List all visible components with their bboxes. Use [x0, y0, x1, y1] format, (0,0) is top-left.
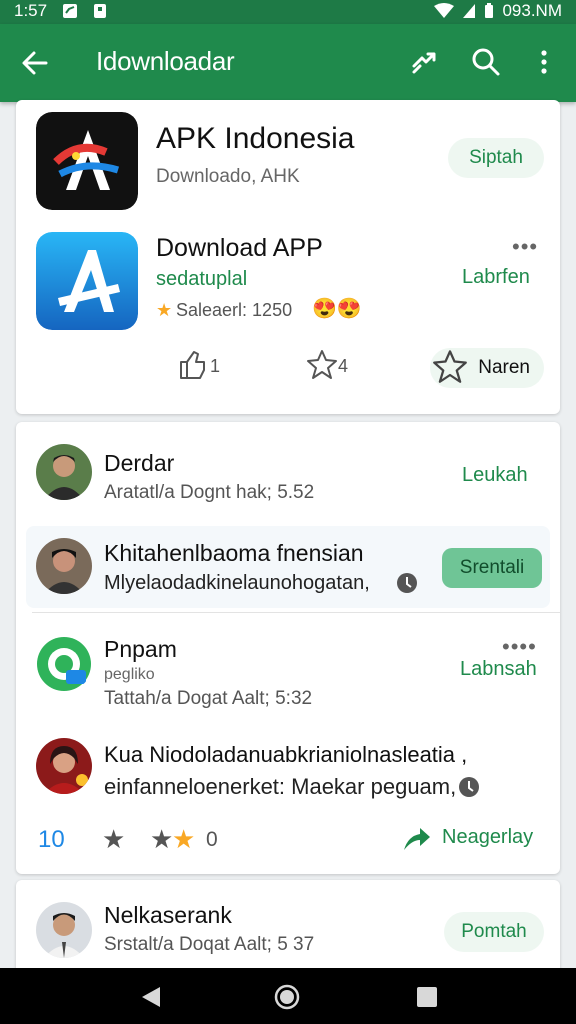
status-battery-text: 093.NM — [502, 1, 562, 20]
rate-label: Naren — [478, 357, 530, 378]
rate-button[interactable]: Naren — [430, 348, 544, 388]
more-dots-icon[interactable]: ••• — [512, 234, 538, 260]
app-name[interactable]: Download APP — [156, 234, 323, 263]
apps-card: APK Indonesia Downloado, AHK Siptah Down… — [16, 100, 560, 414]
count-number: 10 — [38, 826, 65, 853]
user-name[interactable]: Pnpam — [104, 636, 177, 663]
follow-link[interactable]: Leukah — [462, 464, 528, 487]
avatar[interactable] — [36, 902, 92, 958]
follow-button[interactable]: Pomtah — [444, 912, 544, 952]
share-link[interactable]: Neagerlay — [442, 826, 533, 849]
app-rating: Saleaerl: 1250 — [176, 300, 293, 320]
app-action-link[interactable]: Labrfen — [462, 266, 530, 289]
user-meta: Tattah/a Dogat Aalt; 5:32 — [104, 688, 313, 709]
wifi-icon — [434, 3, 455, 18]
nav-home-icon[interactable] — [274, 984, 300, 1010]
app-action-label: Siptah — [469, 147, 523, 168]
brand-avatar-icon[interactable] — [36, 636, 92, 692]
notification-icon — [63, 4, 77, 18]
like-count: 1 — [210, 356, 221, 376]
signal-icon — [463, 4, 476, 18]
user-name[interactable]: Khitahenlbaoma fnensian — [104, 540, 364, 567]
share-arrow-icon[interactable] — [400, 822, 432, 854]
star-outline-icon[interactable] — [306, 348, 338, 380]
emoji-icon: 😍😍 — [312, 298, 362, 320]
follow-button-label: Srentali — [459, 557, 525, 578]
feed-card: Derdar Aratatl/a Dognt hak; 5.52 Leukah … — [16, 422, 560, 874]
app-name[interactable]: APK Indonesia — [156, 122, 354, 156]
user-name[interactable]: Derdar — [104, 450, 174, 477]
avatar[interactable] — [36, 738, 92, 794]
apk-indonesia-app-icon[interactable] — [36, 112, 138, 210]
user-meta: Srstalt/a Doqat Aalt; 5 37 — [104, 934, 315, 955]
user-subtitle: pegliko — [104, 666, 155, 683]
sync-icon[interactable] — [408, 46, 440, 78]
follow-button-label: Pomtah — [461, 921, 527, 942]
app-bar-title: Idownloadar — [96, 46, 235, 76]
star-outline-icon — [433, 350, 467, 383]
follow-link[interactable]: Labnsah — [460, 658, 537, 681]
avatar[interactable] — [36, 444, 92, 500]
star-icon[interactable]: ★ — [102, 824, 125, 855]
user-card: Nelkaserank Srstalt/a Doqat Aalt; 5 37 P… — [16, 880, 560, 980]
user-meta: Mlyelaodadkinelaunohogatan, — [104, 572, 370, 594]
post-text-line-1: Kua Niodoladanuabkrianiolnasleatia , — [104, 742, 468, 767]
follow-button[interactable]: Srentali — [442, 548, 542, 588]
battery-icon — [485, 3, 494, 18]
status-bar: 1:57 093.NM — [0, 0, 576, 24]
back-arrow-icon[interactable] — [18, 46, 52, 80]
nav-recents-icon[interactable] — [414, 984, 440, 1010]
divider — [32, 612, 560, 613]
download-app-icon[interactable] — [36, 232, 138, 330]
system-nav-bar — [0, 968, 576, 1024]
more-vert-icon[interactable] — [528, 46, 560, 78]
more-dots-icon[interactable]: •••• — [502, 634, 537, 660]
thumbs-up-icon[interactable] — [178, 350, 206, 380]
clock-icon — [459, 777, 479, 797]
zero-count: 0 — [206, 828, 218, 851]
user-name[interactable]: Nelkaserank — [104, 902, 232, 929]
clock-icon — [397, 573, 417, 593]
app-developer: sedatuplal — [156, 268, 248, 290]
status-time: 1:57 — [14, 1, 48, 20]
nav-back-icon[interactable] — [138, 984, 164, 1010]
star-count: 4 — [338, 356, 349, 376]
post-text-line-2: einfanneloenerket: Maekar peguam, — [104, 774, 457, 799]
app-subtitle: Downloado, AHK — [156, 166, 300, 187]
user-meta: Aratatl/a Dognt hak; 5.52 — [104, 482, 315, 503]
notification-icon — [94, 4, 106, 18]
app-action-button[interactable]: Siptah — [448, 138, 544, 178]
avatar[interactable] — [36, 538, 92, 594]
star-icon[interactable]: ★ — [150, 824, 173, 855]
search-icon[interactable] — [470, 46, 502, 78]
star-icon: ★ — [156, 300, 173, 320]
star-icon[interactable]: ★ — [172, 824, 195, 855]
app-bar: Idownloadar — [0, 24, 576, 102]
